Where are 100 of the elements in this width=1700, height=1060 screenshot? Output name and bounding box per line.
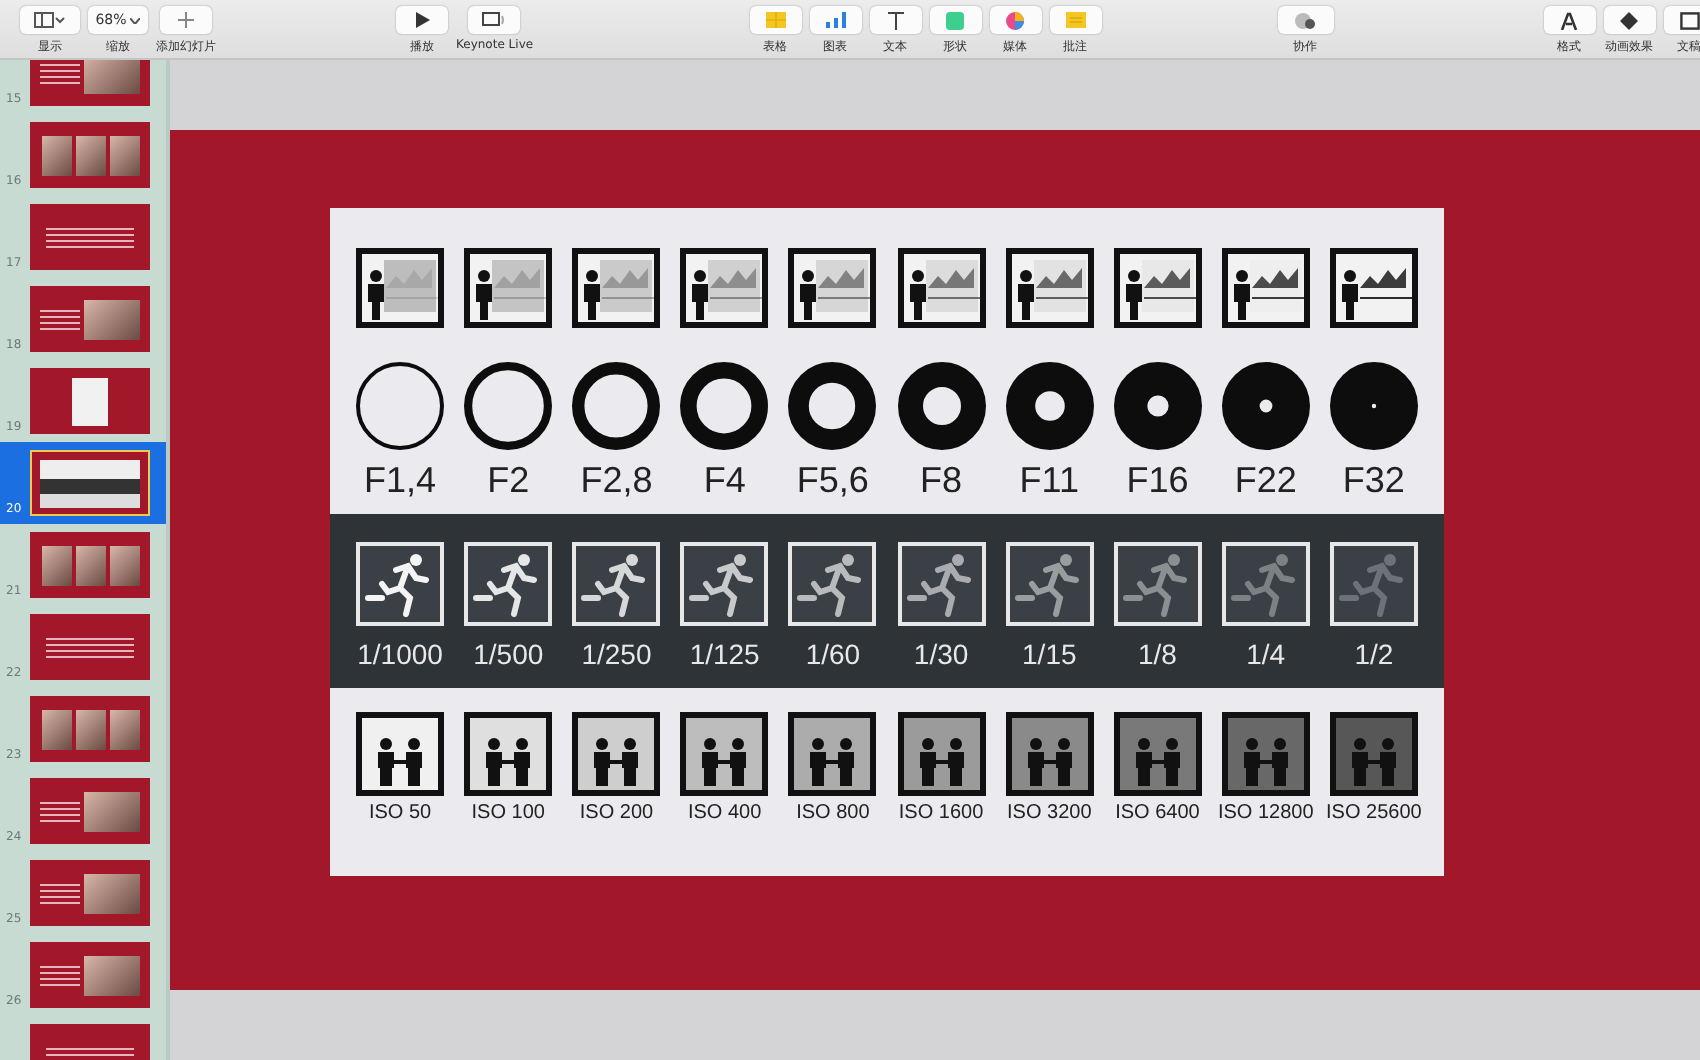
person-landscape-icon [1329,248,1418,328]
toolbar-button[interactable] [1543,6,1596,34]
photo-placeholder [84,299,140,339]
iso-label: ISO 3200 [1007,802,1092,824]
slide-thumbnail[interactable] [30,614,150,680]
aperture-ring-icon [570,360,663,452]
toolbar-button[interactable] [1603,6,1656,34]
toolbar-button[interactable] [1277,6,1334,34]
toolbar-button[interactable] [396,6,448,34]
two-people-icon [788,712,877,796]
photo-placeholder [75,545,105,585]
two-people-icon [1005,712,1094,796]
aperture-ring-icon [895,360,988,452]
collaborate-icon [1294,11,1317,29]
photo-placeholder [41,545,71,585]
runner-icon [464,542,553,626]
aperture-ring-icon [462,360,555,452]
toolbar-button[interactable] [468,6,521,34]
aperture-label: F11 [1019,460,1079,502]
shutter-speed-label: 1/8 [1138,638,1177,670]
shutter-speed-label: 1/30 [913,638,969,670]
aperture-label: F1,4 [364,460,437,502]
iso-label: ISO 6400 [1115,802,1200,824]
person-landscape-icon [897,248,986,328]
iso-label: ISO 800 [796,802,870,824]
aperture-ring-icon [678,360,771,452]
aperture-label: F5,6 [796,460,869,502]
diagram-placeholder [72,377,108,425]
photo-placeholder [75,709,105,749]
runner-icon [1329,542,1418,626]
photo-placeholder [109,545,139,585]
slide-thumbnail[interactable] [30,778,150,844]
slide-thumbnail[interactable] [30,286,150,352]
photo-placeholder [109,135,139,175]
runner-icon [1221,542,1310,626]
slide-thumbnail[interactable] [30,860,150,926]
runner-icon [680,542,769,626]
slide-thumbnail[interactable] [30,532,150,598]
aperture-ring-icon [354,360,447,452]
person-landscape-icon [464,248,553,328]
photo-placeholder [84,873,140,913]
person-landscape-icon [680,248,769,328]
note-icon [1065,12,1086,28]
toolbar-button[interactable] [869,6,922,34]
person-landscape-icon [1221,248,1310,328]
iso-label: ISO 400 [687,802,762,824]
toolbar-button[interactable] [20,6,80,34]
color-wheel-icon [1006,11,1025,29]
runner-icon [572,542,661,626]
iso-label: ISO 200 [579,802,654,824]
text-lines [40,60,80,87]
aperture-ring-icon [1003,360,1096,452]
text-lines [40,305,80,333]
aperture-ring-icon [1219,360,1312,452]
person-landscape-icon [572,248,661,328]
aperture-label: F2 [487,460,530,502]
two-people-icon [572,712,661,796]
shutter-speed-label: 1/60 [805,638,861,670]
slide-thumbnail[interactable] [30,368,150,434]
iso-label: ISO 100 [471,802,545,824]
aperture-label: F2,8 [580,460,653,502]
photo-placeholder [75,135,105,175]
iso-label: ISO 25600 [1326,802,1422,824]
slide-thumbnail[interactable] [30,122,150,188]
photo-placeholder [84,955,140,995]
slide-thumbnail[interactable] [30,450,150,516]
text-lines [40,879,80,907]
aperture-label: F8 [920,460,963,502]
play-icon [415,12,429,28]
photo-placeholder [109,709,139,749]
runner-icon [788,542,877,626]
person-landscape-icon [788,248,877,328]
aperture-label: F16 [1126,460,1189,502]
shutter-speed-label: 1/15 [1022,638,1077,670]
iso-label: ISO 1600 [898,802,984,824]
monitor-icon [482,12,507,28]
slide-thumbnail[interactable] [30,942,150,1008]
chart-thumbnail [40,459,140,507]
aperture-label: F22 [1234,460,1297,502]
slide-thumbnail[interactable] [30,696,150,762]
bar-chart-icon [825,12,846,28]
shutter-speed-label: 1/125 [689,638,760,670]
toolbar-button[interactable] [1663,6,1700,34]
photo-placeholder [41,709,71,749]
square-icon [946,11,965,29]
two-people-icon [1221,712,1310,796]
person-landscape-icon [356,248,445,328]
runner-icon [1113,542,1202,626]
two-people-icon [1329,712,1418,796]
slide-thumbnail[interactable] [30,204,150,270]
two-people-icon [356,712,445,796]
photo-placeholder [84,791,140,831]
runner-icon [1005,542,1094,626]
photo-placeholder [41,135,71,175]
shutter-speed-label: 1/2 [1354,638,1394,670]
photo-placeholder [84,60,140,93]
two-people-icon [680,712,769,796]
shutter-speed-label: 1/1000 [357,638,443,670]
diamond-icon [1620,11,1639,29]
iso-label: ISO 50 [368,802,432,824]
